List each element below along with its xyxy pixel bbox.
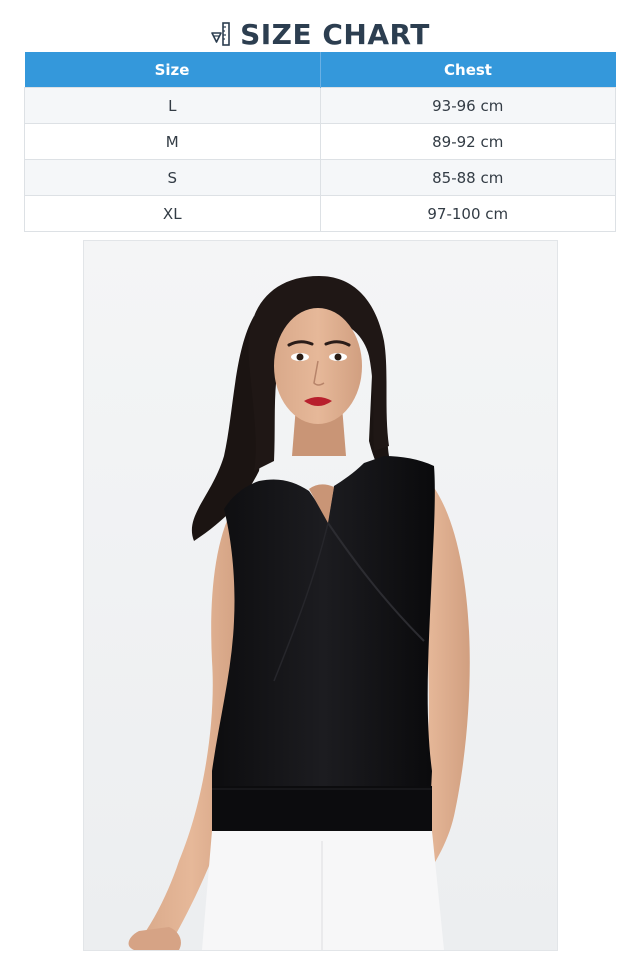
size-chart-page: SIZE CHART Size Chest L 93-96 cm M 89-92… — [0, 0, 640, 960]
face — [274, 308, 362, 424]
chest-cell: 85-88 cm — [319, 159, 616, 196]
table-row: L 93-96 cm — [24, 87, 616, 124]
size-cell: M — [24, 123, 321, 160]
size-chart-header: SIZE CHART — [0, 14, 640, 54]
ruler-pencil-icon — [211, 22, 230, 46]
table-row: M 89-92 cm — [24, 123, 616, 160]
product-photo — [83, 240, 558, 951]
model-illustration — [84, 241, 557, 950]
table-row: S 85-88 cm — [24, 159, 616, 196]
table-header-row: Size Chest — [24, 52, 616, 88]
size-chart-table: Size Chest L 93-96 cm M 89-92 cm S 85-88… — [24, 52, 616, 232]
size-cell: S — [24, 159, 321, 196]
page-title: SIZE CHART — [240, 17, 430, 51]
chest-cell: 93-96 cm — [319, 87, 616, 124]
white-trousers — [202, 831, 444, 950]
table-row: XL 97-100 cm — [24, 195, 616, 232]
column-header-chest: Chest — [320, 52, 616, 88]
column-header-size: Size — [24, 52, 321, 88]
size-cell: XL — [24, 195, 321, 232]
chest-cell: 97-100 cm — [319, 195, 616, 232]
chest-cell: 89-92 cm — [319, 123, 616, 160]
size-cell: L — [24, 87, 321, 124]
